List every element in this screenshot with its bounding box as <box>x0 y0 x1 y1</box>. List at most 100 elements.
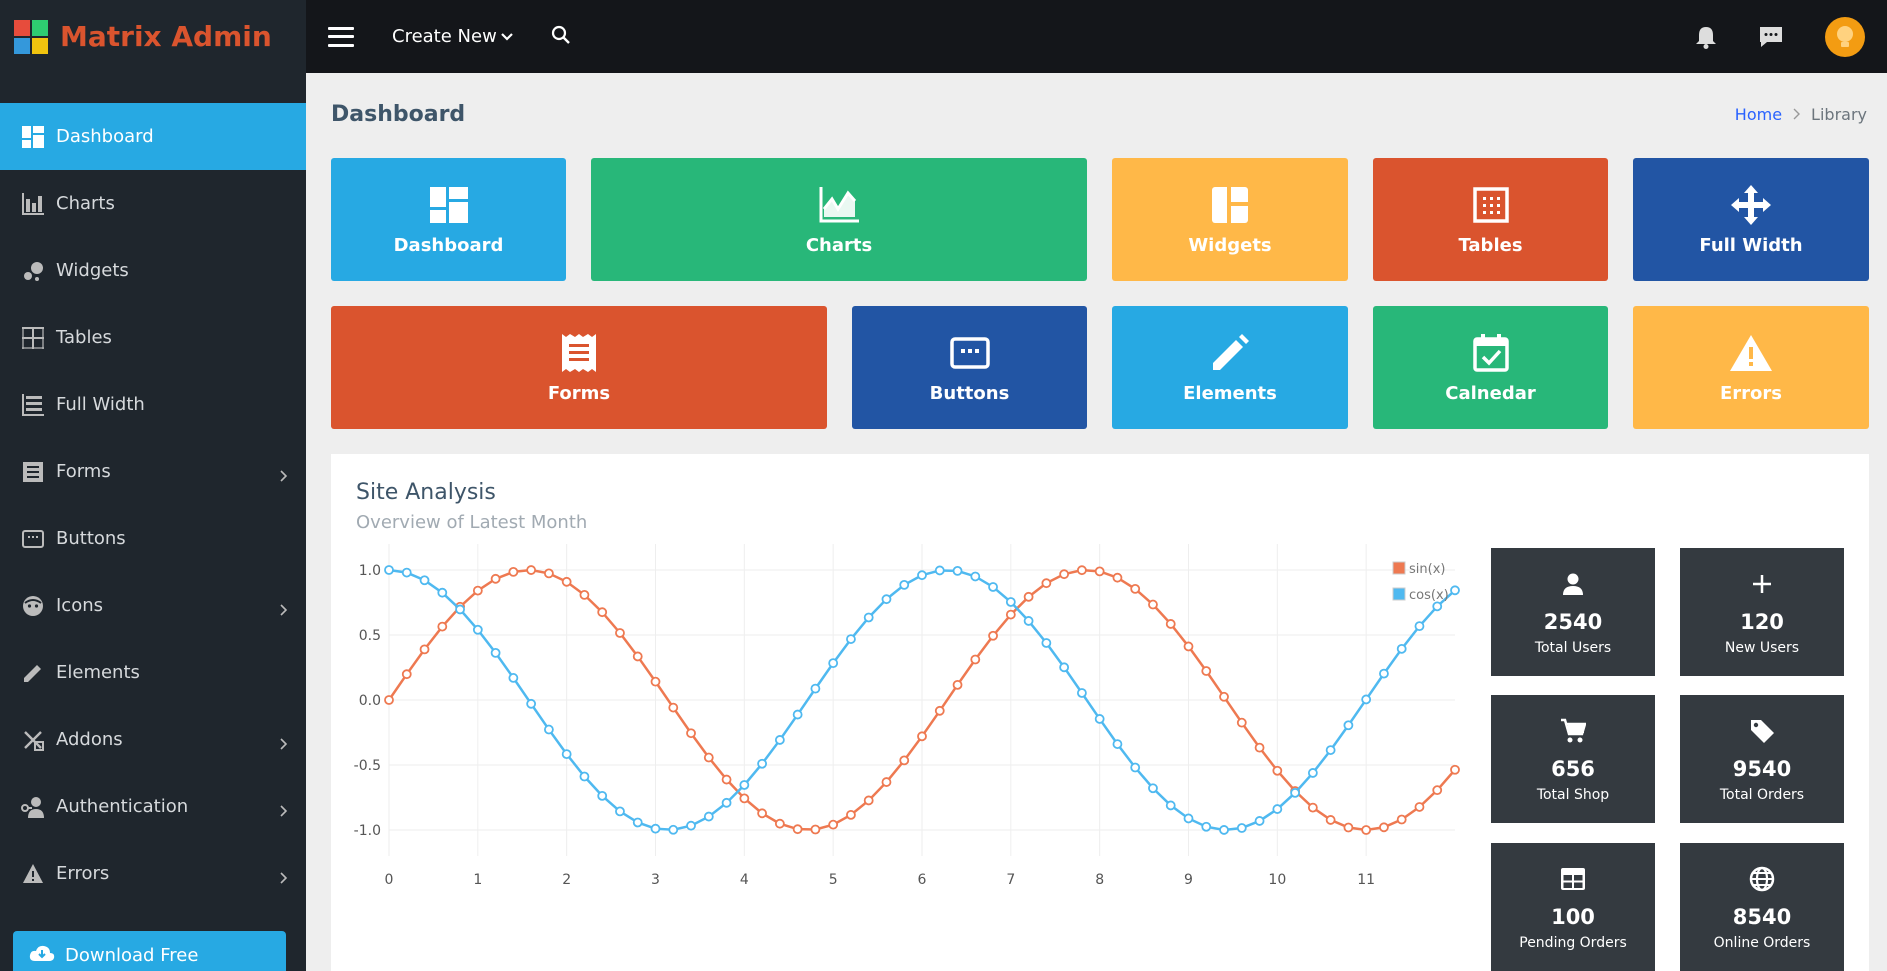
chart-point <box>917 570 927 581</box>
sidebar-item-widgets[interactable]: Widgets <box>0 237 306 304</box>
search-icon[interactable] <box>551 25 571 49</box>
tile-elements[interactable]: Elements <box>1112 306 1348 429</box>
sidebar-item-buttons[interactable]: Buttons <box>0 505 306 572</box>
tile-buttons[interactable]: Buttons <box>852 306 1087 429</box>
chart-areaspline-icon <box>819 183 859 227</box>
chart-point <box>668 702 679 713</box>
chart-point <box>988 630 998 641</box>
card-subtitle: Overview of Latest Month <box>356 512 588 533</box>
chart-point <box>1112 739 1123 749</box>
message-icon[interactable] <box>1759 25 1783 49</box>
sidebar-item-forms[interactable]: Forms <box>0 438 306 505</box>
tile-forms[interactable]: Forms <box>331 306 827 429</box>
chart-point <box>934 705 945 716</box>
chart-point <box>1325 745 1336 755</box>
chart-point <box>863 795 874 806</box>
chart-point <box>863 612 874 623</box>
chart-point <box>1236 717 1247 728</box>
chart-point <box>1254 816 1265 826</box>
tile-label: Full Width <box>1699 235 1803 256</box>
stat-label: New Users <box>1724 640 1800 656</box>
sidebar-item-authentication[interactable]: Authentication <box>0 773 306 840</box>
chart-point <box>543 724 554 735</box>
tile-full-width[interactable]: Full Width <box>1633 158 1869 281</box>
stat-label: Online Orders <box>1713 935 1811 951</box>
alert-icon <box>20 862 46 886</box>
chevron-right-icon <box>278 801 290 817</box>
tile-errors[interactable]: Errors <box>1633 306 1869 429</box>
chart-point <box>401 669 412 680</box>
sidebar-item-tables[interactable]: Tables <box>0 304 306 371</box>
chart-x-tick-label: 1 <box>473 872 482 888</box>
chart-point <box>774 818 785 829</box>
stat-label: Pending Orders <box>1519 935 1627 951</box>
chart-point <box>1059 569 1070 580</box>
receipt-icon <box>562 331 596 375</box>
dashboard-icon <box>429 183 468 227</box>
sidebar-item-dashboard[interactable]: Dashboard <box>0 103 306 170</box>
chart-point <box>490 647 501 658</box>
chart-point <box>437 587 448 598</box>
chart-point <box>1432 601 1443 612</box>
tile-tables[interactable]: Tables <box>1373 158 1608 281</box>
sidebar-item-full-width[interactable]: Full Width <box>0 371 306 438</box>
sidebar-item-addons[interactable]: Addons <box>0 706 306 773</box>
chart-y-tick-label: 0.0 <box>359 693 381 709</box>
sidebar-item-label: Authentication <box>56 796 189 817</box>
chart-point <box>792 824 803 835</box>
chart-point <box>988 582 998 592</box>
face-icon <box>20 594 46 618</box>
receipt-icon <box>20 460 46 484</box>
tile-charts[interactable]: Charts <box>591 158 1087 281</box>
create-new-dropdown[interactable]: Create New <box>392 26 513 47</box>
stat-value: 120 <box>1740 610 1784 634</box>
sidebar-item-icons[interactable]: Icons <box>0 572 306 639</box>
chart-point <box>472 624 483 635</box>
chart-point <box>490 573 501 584</box>
sidebar-item-errors[interactable]: Errors <box>0 840 306 907</box>
chart-point <box>774 735 785 745</box>
bell-icon[interactable] <box>1695 25 1717 49</box>
tile-calendar[interactable]: Calnedar <box>1373 306 1608 429</box>
chart-x-tick-label: 5 <box>829 872 838 888</box>
breadcrumb-home-link[interactable]: Home <box>1735 105 1782 124</box>
chart-point <box>810 683 821 694</box>
sidebar-item-label: Errors <box>56 863 110 884</box>
chevron-right-icon <box>1792 105 1801 124</box>
chart-point <box>401 567 412 578</box>
sidebar-item-label: Forms <box>56 461 111 482</box>
menu-toggle-icon[interactable] <box>328 26 354 47</box>
chart-point <box>437 621 448 632</box>
chart-x-tick-label: 7 <box>1006 872 1015 888</box>
chart-point <box>508 566 519 577</box>
sidebar-item-label: Full Width <box>56 394 145 415</box>
tile-label: Elements <box>1183 383 1277 404</box>
chart-point <box>828 819 839 830</box>
chart-point <box>1183 813 1194 824</box>
chart-point <box>703 811 714 822</box>
tile-widgets[interactable]: Widgets <box>1112 158 1348 281</box>
chart-point <box>561 749 572 759</box>
chart-point <box>1219 825 1229 835</box>
stat-total-shop: 656 Total Shop <box>1491 695 1655 823</box>
keyboard-icon <box>20 527 46 551</box>
chart-point <box>1148 599 1158 610</box>
chart-point <box>881 777 892 787</box>
tile-label: Calnedar <box>1445 383 1536 404</box>
sidebar-nav: Dashboard Charts Widgets Tables Full Wid… <box>0 103 306 907</box>
chart-point <box>970 571 981 582</box>
stat-total-users: 2540 Total Users <box>1491 548 1655 676</box>
sidebar-item-charts[interactable]: Charts <box>0 170 306 237</box>
brand[interactable]: Matrix Admin <box>0 0 306 73</box>
tile-label: Tables <box>1458 235 1523 256</box>
sidebar-item-label: Addons <box>56 729 123 750</box>
sidebar-item-elements[interactable]: Elements <box>0 639 306 706</box>
download-free-button[interactable]: Download Free <box>13 931 286 971</box>
user-avatar[interactable] <box>1825 16 1865 57</box>
chart-x-tick-label: 11 <box>1357 872 1375 888</box>
chart-y-tick-label: 0.5 <box>359 628 381 644</box>
tile-dashboard[interactable]: Dashboard <box>331 158 566 281</box>
tag-icon <box>1749 717 1775 745</box>
chart-x-tick-label: 0 <box>385 872 394 888</box>
chart-y-tick-label: -0.5 <box>354 758 381 774</box>
